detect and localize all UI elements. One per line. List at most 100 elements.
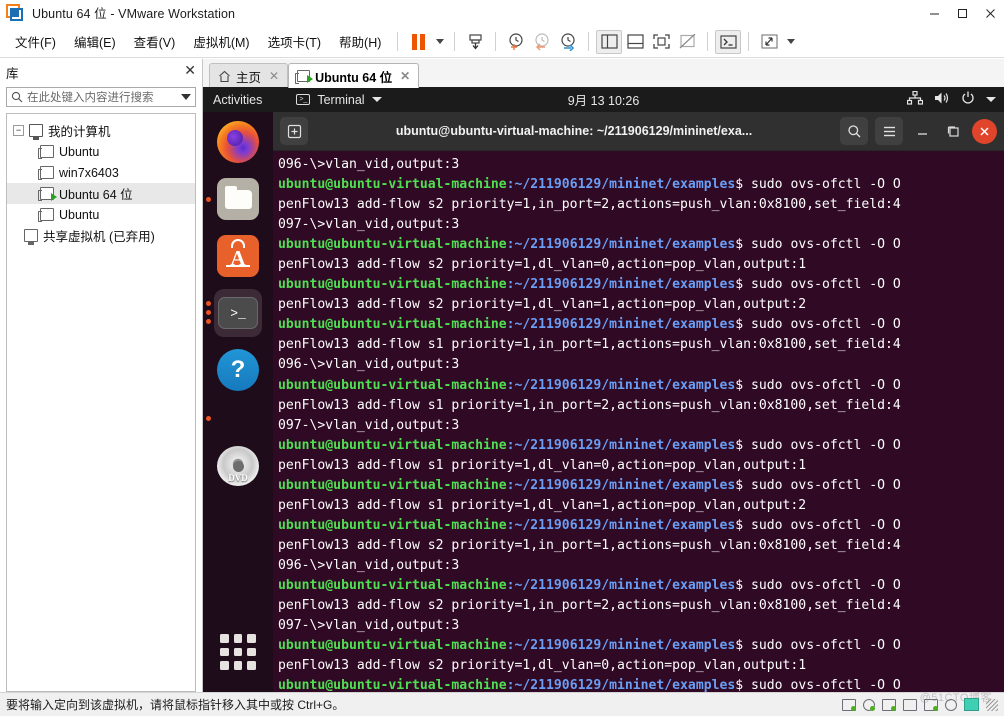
terminal-output-text: 096-\>vlan_vid,output:3 (278, 357, 460, 373)
status-usb-icon[interactable] (945, 698, 957, 711)
search-icon[interactable] (840, 117, 868, 145)
close-icon[interactable] (976, 0, 1004, 26)
dock-show-apps[interactable] (214, 628, 262, 676)
terminal-command-text: sudo ovs-ofctl -O O (751, 577, 901, 593)
tab-ubuntu-64[interactable]: Ubuntu 64 位 ✕ (288, 63, 420, 88)
terminal-output-text: 097-\>vlan_vid,output:3 (278, 618, 460, 634)
tab-label: Ubuntu 64 位 (315, 70, 393, 85)
sidebar-panel-icon[interactable] (596, 29, 623, 54)
dock-software[interactable]: A (214, 232, 262, 280)
terminal-prompt-sign: $ (735, 317, 752, 333)
terminal-output-text: penFlow13 add-flow s2 priority=1,dl_vlan… (278, 297, 807, 313)
new-tab-icon[interactable] (280, 117, 308, 145)
bottom-panel-icon[interactable] (622, 30, 648, 54)
tab-home[interactable]: 主页 ✕ (209, 63, 289, 88)
app-menu[interactable]: >_ Terminal (296, 93, 382, 107)
terminal-output-text: 097-\>vlan_vid,output:3 (278, 217, 460, 233)
expand-arrows-icon[interactable] (756, 30, 782, 54)
suspend-button[interactable] (405, 30, 431, 54)
dock-terminal[interactable]: >_ (206, 289, 262, 337)
status-printer-icon[interactable] (903, 698, 917, 711)
tree-item-ubuntu-1[interactable]: Ubuntu (7, 141, 195, 162)
firefox-icon (217, 121, 259, 163)
chevron-down-icon[interactable] (181, 94, 191, 100)
toolbar-divider (397, 32, 399, 51)
clock-wrench-icon[interactable] (555, 30, 581, 54)
dock-dvd[interactable]: DVD (214, 442, 262, 490)
dock-files[interactable] (206, 175, 262, 223)
status-hdd-icon[interactable] (842, 698, 856, 711)
tree-item-ubuntu-2[interactable]: Ubuntu (7, 204, 195, 225)
library-tree: − 我的计算机 Ubuntu win7x6403 Ubuntu 64 位 Ubu… (6, 113, 196, 692)
menu-help[interactable]: 帮助(H) (330, 28, 390, 55)
tree-item-label: Ubuntu 64 位 (59, 188, 133, 202)
terminal-prompt-user: ubuntu@ubuntu-virtual-machine (278, 277, 507, 293)
gnome-terminal-window: ubuntu@ubuntu-virtual-machine: ~/2119061… (273, 112, 1004, 692)
tree-item-my-computer[interactable]: − 我的计算机 (7, 120, 195, 141)
terminal-title: ubuntu@ubuntu-virtual-machine: ~/2119061… (395, 124, 753, 138)
maximize-icon[interactable] (948, 0, 976, 26)
close-icon[interactable]: ✕ (400, 69, 410, 83)
power-dropdown[interactable] (431, 30, 447, 54)
running-indicator (206, 319, 211, 324)
terminal-prompt-sign: $ (735, 517, 752, 533)
guest-screen[interactable]: Activities >_ Terminal 9月 13 10:26 A >_ … (203, 87, 1004, 692)
status-network-icon[interactable] (882, 698, 896, 711)
vm-running-icon (38, 187, 57, 201)
tree-item-label: Ubuntu (59, 144, 100, 159)
stretch-dropdown[interactable] (782, 30, 798, 54)
vm-icon (38, 208, 54, 222)
system-tray[interactable] (906, 90, 996, 108)
clock-back-icon[interactable] (529, 30, 555, 54)
unity-icon[interactable] (674, 30, 700, 54)
terminal-command-text: sudo ovs-ofctl -O O (751, 477, 901, 493)
status-display-icon[interactable] (964, 698, 979, 711)
menu-view[interactable]: 查看(V) (125, 28, 185, 55)
dock-trash[interactable] (206, 403, 262, 433)
library-search-box[interactable]: 在此处键入内容进行搜索 (6, 87, 196, 107)
dock-help[interactable]: ? (214, 346, 262, 394)
terminal-prompt-sign: $ (735, 477, 752, 493)
close-icon[interactable]: ✕ (269, 69, 279, 83)
search-input[interactable]: 在此处键入内容进行搜索 (27, 89, 177, 105)
tree-item-label: Ubuntu (59, 207, 100, 222)
dock-firefox[interactable] (214, 118, 262, 166)
terminal-prompt-icon[interactable] (715, 29, 742, 54)
tree-item-shared-vms[interactable]: 共享虚拟机 (已弃用) (7, 225, 195, 246)
clock-plus-icon[interactable] (503, 30, 529, 54)
fullscreen-icon[interactable] (648, 30, 674, 54)
search-icon (11, 91, 23, 103)
terminal-prompt-path: :~/211906129/mininet/examples (506, 678, 736, 692)
menu-tabs[interactable]: 选项卡(T) (259, 28, 330, 55)
collapse-toggle-icon[interactable]: − (13, 125, 24, 136)
running-indicator (206, 415, 211, 421)
menu-file[interactable]: 文件(F) (6, 28, 65, 55)
terminal-line: penFlow13 add-flow s2 priority=1,in_port… (278, 195, 1004, 215)
hamburger-menu-icon[interactable] (875, 117, 903, 145)
terminal-command-text: sudo ovs-ofctl -O O (751, 377, 901, 393)
terminal-output-text: penFlow13 add-flow s2 priority=1,in_port… (278, 598, 901, 614)
terminal-line: ubuntu@ubuntu-virtual-machine:~/21190612… (278, 576, 1004, 596)
snapshot-icon[interactable] (462, 30, 488, 54)
menu-edit[interactable]: 编辑(E) (65, 28, 125, 55)
tree-item-ubuntu-64[interactable]: Ubuntu 64 位 (7, 183, 195, 204)
running-indicator (206, 301, 211, 306)
library-panel: 库 ✕ 在此处键入内容进行搜索 − 我的计算机 Ubuntu win7x6403… (0, 59, 203, 692)
terminal-command-text: sudo ovs-ofctl -O O (751, 277, 901, 293)
terminal-line: penFlow13 add-flow s2 priority=1,dl_vlan… (278, 255, 1004, 275)
status-cdrom-icon[interactable] (863, 698, 875, 711)
vmware-logo-icon (6, 3, 24, 22)
activities-button[interactable]: Activities (213, 93, 262, 107)
home-icon (218, 70, 231, 83)
minimize-icon[interactable] (920, 0, 948, 26)
menu-vm[interactable]: 虚拟机(M) (184, 28, 258, 55)
terminal-output[interactable]: 096-\>vlan_vid,output:3 ubuntu@ubuntu-vir… (273, 151, 1004, 692)
maximize-icon[interactable] (941, 119, 965, 143)
minimize-icon[interactable] (910, 119, 934, 143)
library-close-icon[interactable]: ✕ (184, 63, 196, 77)
tree-item-win7x6403[interactable]: win7x6403 (7, 162, 195, 183)
terminal-prompt-user: ubuntu@ubuntu-virtual-machine (278, 317, 507, 333)
status-sound-icon[interactable] (924, 698, 938, 711)
close-icon[interactable] (972, 118, 997, 144)
terminal-prompt-sign: $ (735, 678, 752, 692)
